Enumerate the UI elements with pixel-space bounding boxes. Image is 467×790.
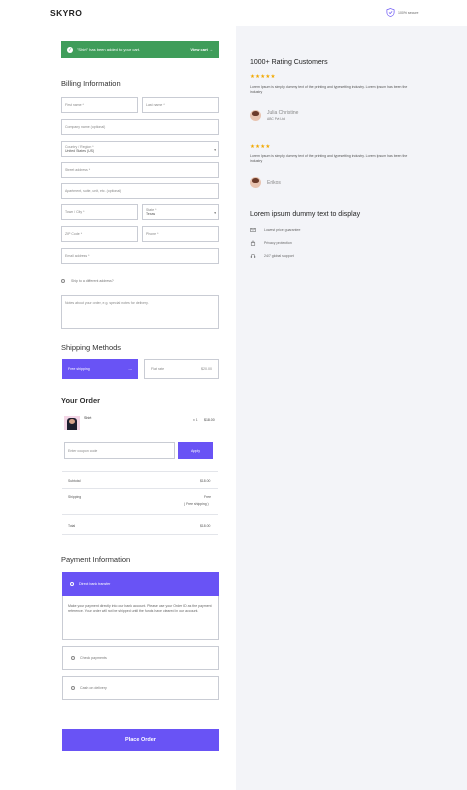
first-name-field[interactable]: First name * — [61, 97, 138, 113]
payment-title: Payment Information — [61, 555, 131, 564]
rating-stars: ★★★★ — [250, 144, 271, 150]
feature-item: Privacy protection — [250, 240, 292, 246]
review-text: Lorem Ipsum is simply dummy text of the … — [250, 85, 408, 94]
secure-badge: 100% secure — [386, 8, 418, 17]
apartment-field[interactable]: Apartment, suite, unit, etc. (optional) — [61, 183, 219, 199]
cash-on-delivery-label: Cash on delivery — [80, 686, 107, 690]
feature-label: Lowest price guarantee — [264, 228, 301, 232]
subtotal-label: Subtotal — [68, 479, 81, 483]
reviewer: Erikos — [250, 177, 281, 188]
summary-panel — [236, 26, 467, 790]
feature-item: 24/7 global support — [250, 253, 294, 259]
cart-notice-message: "Shirt" has been added to your cart. — [77, 47, 141, 52]
bank-transfer-description: Make your payment directly into our bank… — [68, 604, 212, 614]
shipping-note: ( Free shipping ) — [184, 502, 209, 506]
divider — [62, 514, 218, 515]
coupon-input[interactable]: Enter coupon code — [64, 442, 175, 459]
total-label: Total — [68, 524, 76, 528]
free-shipping-label: Free shipping — [68, 367, 90, 371]
shipping-value: Free — [204, 495, 211, 499]
brand-logo[interactable]: SKYRO — [50, 8, 82, 18]
cart-notice: ✓ "Shirt" has been added to your cart. V… — [61, 41, 219, 58]
lock-icon — [250, 240, 256, 246]
bank-transfer-radio[interactable] — [70, 582, 74, 586]
chevron-down-icon: ▾ — [214, 211, 216, 215]
headset-icon — [250, 253, 256, 258]
avatar — [250, 177, 261, 188]
product-qty: x 1 — [193, 418, 198, 422]
shield-icon — [386, 8, 395, 17]
feature-label: Privacy protection — [264, 241, 292, 245]
features-title: Lorem ipsum dummy text to display — [250, 211, 361, 218]
product-thumbnail[interactable] — [64, 416, 80, 430]
shipping-title: Shipping Methods — [61, 343, 122, 352]
zip-field[interactable]: ZIP Code * — [61, 226, 138, 242]
secure-label: 100% secure — [398, 10, 419, 15]
mail-icon — [250, 228, 256, 232]
reviewer: Julia Christine ABC Pvt Ltd — [250, 110, 298, 121]
order-notes-textarea[interactable]: Notes about your order, e.g. special not… — [61, 295, 219, 329]
product-price: $18.00 — [204, 418, 215, 422]
city-field[interactable]: Town / City * — [61, 204, 138, 220]
free-shipping-option[interactable]: Free shipping --- — [62, 359, 138, 379]
apply-coupon-button[interactable]: Apply — [178, 442, 213, 459]
rating-title: 1000+ Rating Customers — [250, 59, 328, 66]
ship-different-label: Ship to a different address? — [71, 279, 114, 283]
check-payments-option[interactable]: Check payments — [62, 646, 219, 670]
rating-stars: ★★★★★ — [250, 74, 276, 80]
state-select[interactable]: State * Texas ▾ — [142, 204, 219, 220]
avatar — [250, 110, 261, 121]
check-circle-icon: ✓ — [67, 46, 73, 53]
divider — [62, 471, 218, 472]
ship-different-option[interactable]: Ship to a different address? — [61, 279, 114, 283]
cash-on-delivery-option[interactable]: Cash on delivery — [62, 676, 219, 700]
email-field[interactable]: Email address * — [61, 248, 219, 264]
bank-transfer-option[interactable]: Direct bank transfer — [62, 572, 219, 596]
street-field[interactable]: Street address * — [61, 162, 219, 178]
divider — [62, 534, 218, 535]
order-title: Your Order — [61, 396, 101, 405]
shipping-label: Shipping — [68, 495, 82, 499]
check-payments-radio[interactable] — [71, 656, 75, 660]
subtotal-value: $18.00 — [200, 479, 211, 483]
reviewer-name: Julia Christine — [267, 110, 299, 116]
country-select[interactable]: Country / Region * United States (US) ▾ — [61, 141, 219, 157]
phone-field[interactable]: Phone * — [142, 226, 219, 242]
bank-transfer-label: Direct bank transfer — [79, 582, 111, 586]
total-value: $18.00 — [200, 524, 211, 528]
cash-on-delivery-radio[interactable] — [71, 686, 75, 690]
ship-different-checkbox[interactable] — [61, 279, 65, 283]
last-name-field[interactable]: Last name * — [142, 97, 219, 113]
flat-rate-label: Flat rate — [151, 367, 165, 371]
place-order-button[interactable]: Place Order — [62, 729, 219, 751]
flat-rate-price: $20.00 — [201, 367, 212, 371]
reviewer-name: Erikos — [267, 179, 281, 186]
free-shipping-mark: --- — [128, 367, 132, 371]
chevron-down-icon: ▾ — [214, 148, 216, 152]
billing-title: Billing Information — [61, 79, 121, 88]
product-name[interactable]: Shirt — [84, 416, 91, 420]
feature-item: Lowest price guarantee — [250, 227, 300, 233]
review-text: Lorem Ipsum is simply dummy text of the … — [250, 154, 408, 163]
flat-rate-option[interactable]: Flat rate $20.00 — [144, 359, 219, 379]
divider — [62, 488, 218, 489]
company-field[interactable]: Company name (optional) — [61, 119, 219, 135]
check-payments-label: Check payments — [80, 656, 107, 660]
reviewer-company: ABC Pvt Ltd — [267, 117, 285, 121]
feature-label: 24/7 global support — [264, 254, 294, 258]
view-cart-link[interactable]: View cart → — [190, 47, 213, 52]
